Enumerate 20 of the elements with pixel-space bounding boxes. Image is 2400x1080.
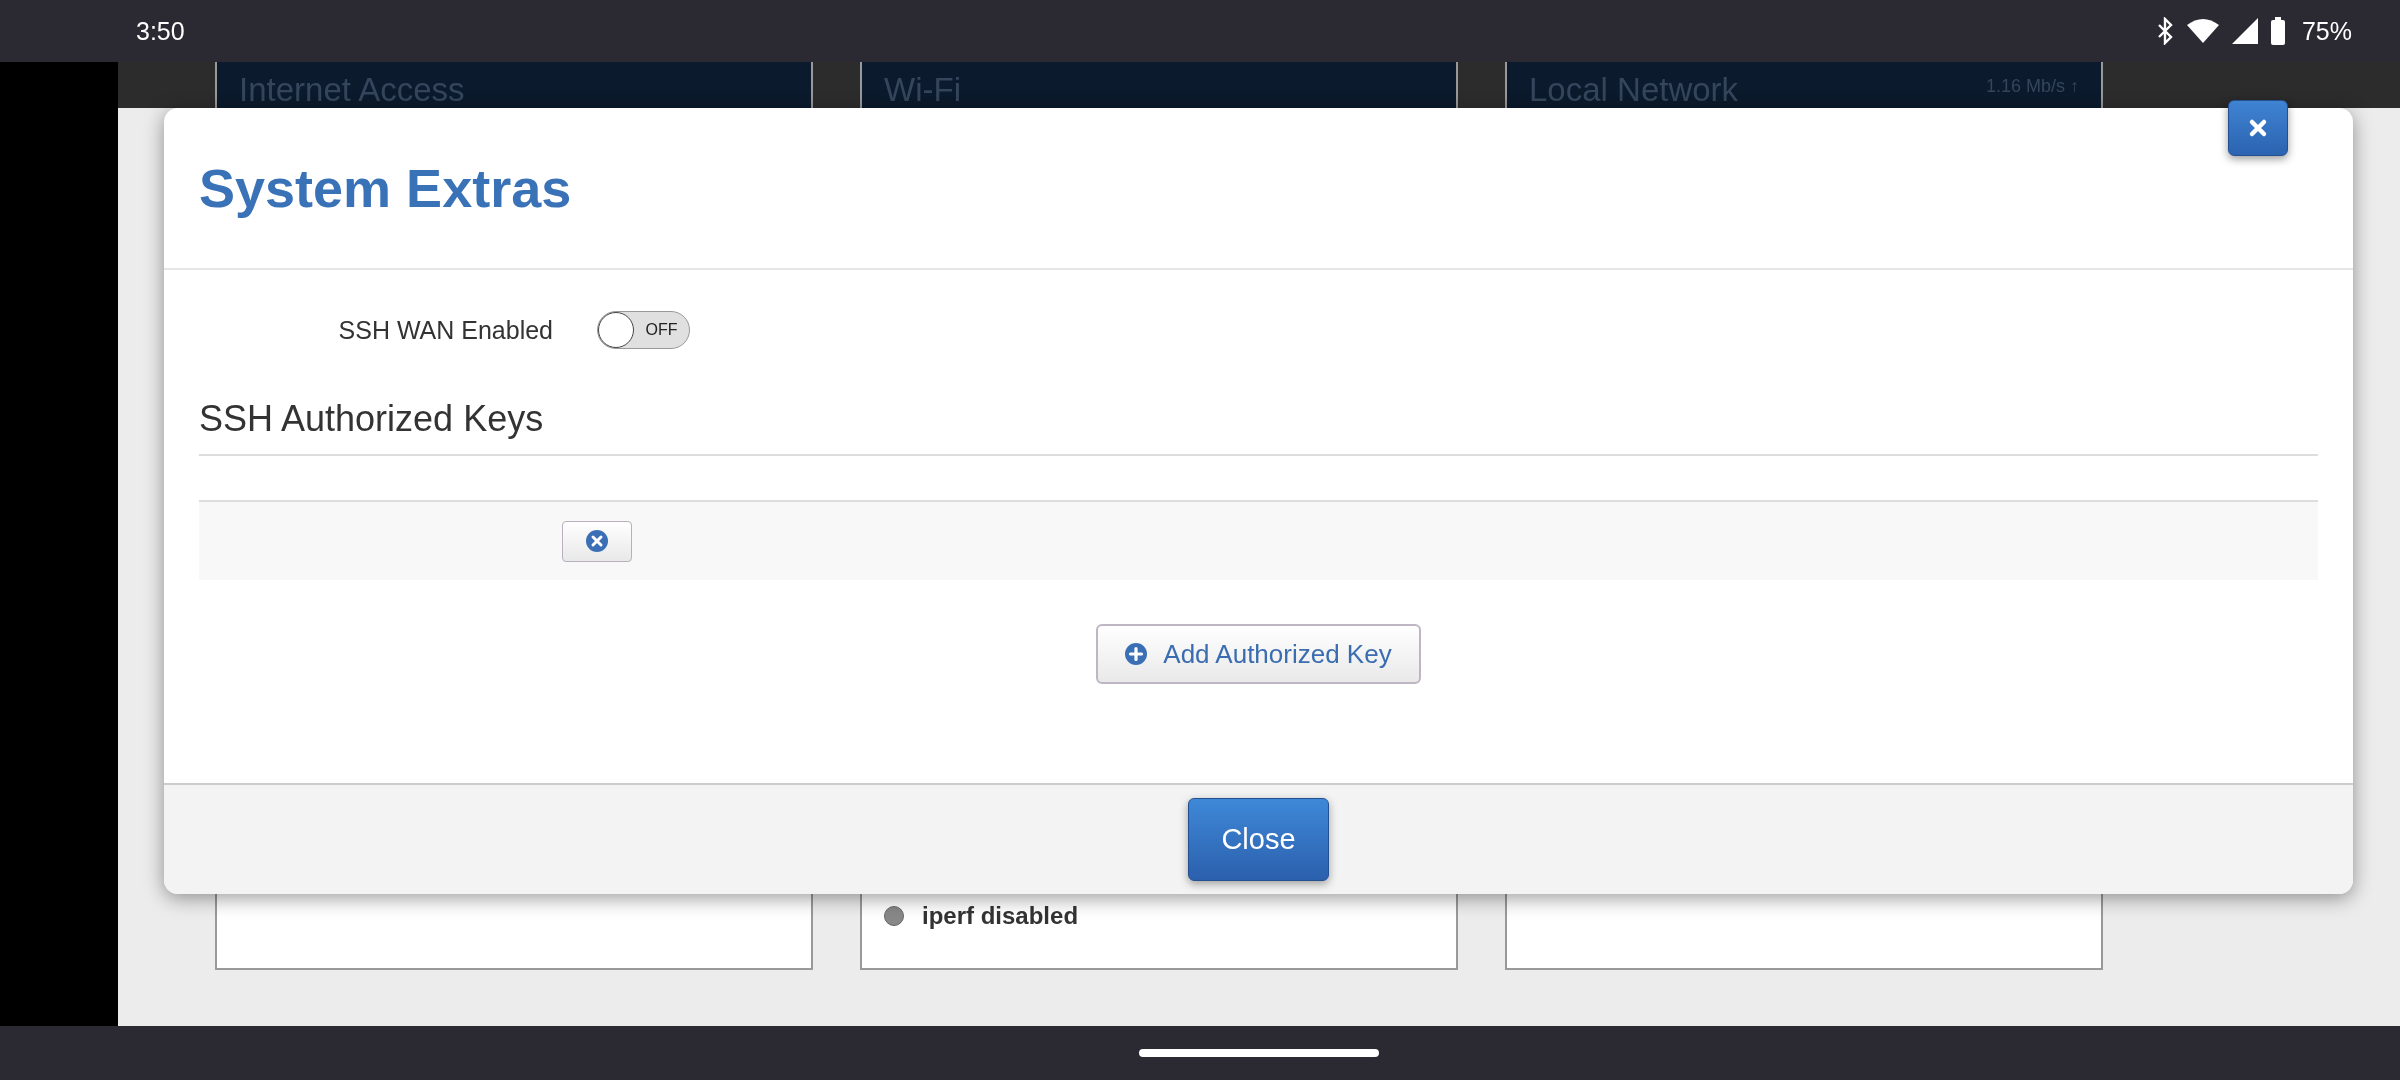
battery-icon <box>2269 17 2286 45</box>
signal-icon <box>2231 18 2258 44</box>
close-icon <box>2248 118 2268 138</box>
bluetooth-icon <box>2155 17 2174 45</box>
wifi-icon <box>2185 18 2220 44</box>
field-label: SSH WAN Enabled <box>337 315 553 345</box>
status-dot <box>884 906 904 926</box>
add-key-button[interactable]: Add Authorized Key <box>1096 624 1421 684</box>
dialog-title: System Extras <box>199 157 572 219</box>
battery-level: 75% <box>2301 16 2352 46</box>
remove-button[interactable] <box>562 520 632 562</box>
home-handle[interactable] <box>1139 1049 1379 1057</box>
status-text: iperf disabled <box>922 902 1079 930</box>
clock: 3:50 <box>136 16 185 46</box>
remove-icon <box>586 530 608 552</box>
close-button[interactable] <box>2228 100 2288 156</box>
close-button[interactable]: Close <box>1188 798 1329 881</box>
plus-icon <box>1125 643 1148 665</box>
section-heading: SSH Authorized Keys <box>199 398 2318 456</box>
toggle-switch[interactable]: OFF <box>597 311 690 349</box>
